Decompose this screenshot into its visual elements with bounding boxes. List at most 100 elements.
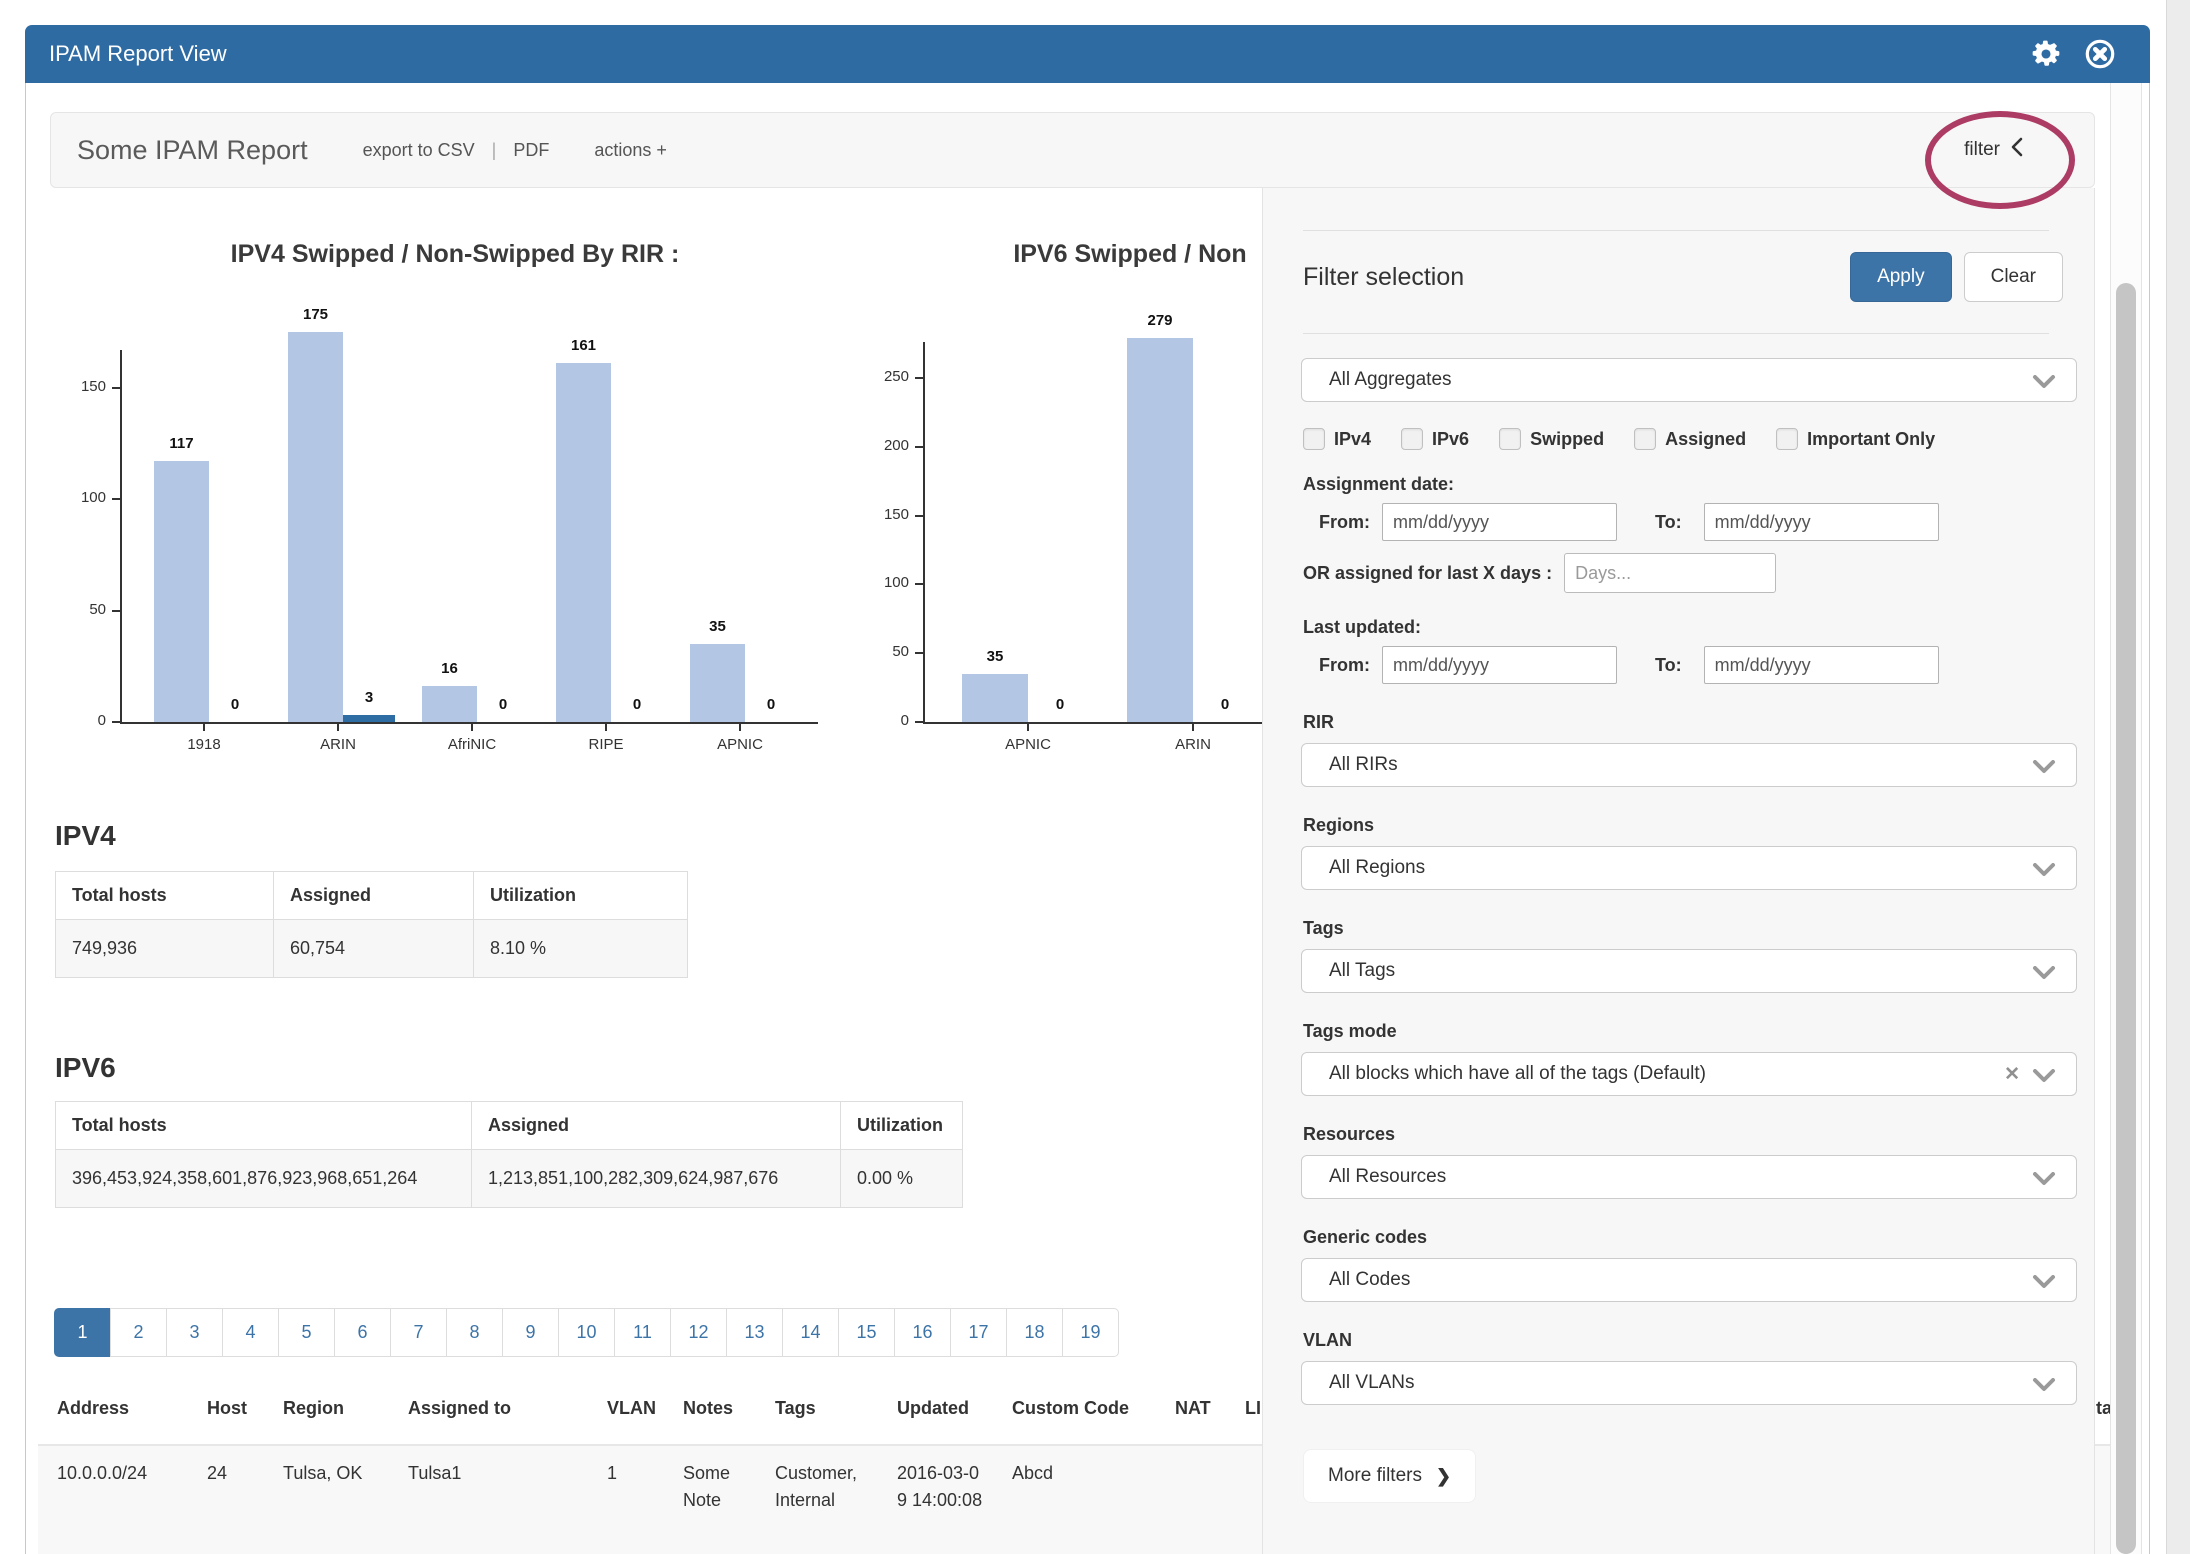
actions-menu[interactable]: actions + [594,140,667,161]
x-category-label: APNIC [968,736,1088,756]
filter-group-generic-codes: Generic codes All Codes [1301,1227,2077,1302]
page-11[interactable]: 11 [614,1308,671,1357]
bar-swipped-ARIN [288,332,343,722]
x-category-label: ARIN [1133,736,1253,756]
page-16[interactable]: 16 [894,1308,951,1357]
y-tick-mark [915,515,923,517]
ipv6-table-cell: 1,213,851,100,282,309,624,987,676 [472,1150,841,1208]
page-3[interactable]: 3 [166,1308,223,1357]
page-10[interactable]: 10 [558,1308,615,1357]
filter-collapse-toggle[interactable]: filter [1964,137,2024,163]
checkbox-label: Swipped [1530,429,1604,450]
more-filters-label: More filters [1328,1465,1422,1487]
gear-icon[interactable] [2030,38,2062,70]
row-cell: Tulsa1 [408,1460,578,1487]
bar-value-label: 35 [960,648,1030,668]
filter-group-label: Regions [1303,815,2077,836]
page-13[interactable]: 13 [726,1308,783,1357]
export-csv-link[interactable]: export to CSV [363,140,475,161]
checkbox-ipv6[interactable]: IPv6 [1401,428,1469,450]
ipv6-table-header: Utilization [841,1102,963,1150]
column-header-assigned-to: Assigned to [408,1398,578,1424]
filter-group-tags: TagsAll Tags [1301,918,2077,993]
regions-select[interactable]: All Regions [1301,846,2077,890]
x-category-label: AfriNIC [412,736,532,756]
select-value: All Resources [1329,1166,1446,1188]
page-1[interactable]: 1 [54,1308,111,1357]
bar-value-label: 16 [415,660,485,680]
chevron-down-icon [2032,1274,2056,1296]
vlan-select[interactable]: All VLANs [1301,1361,2077,1405]
filter-group-label: Tags mode [1303,1021,2077,1042]
checkbox-assigned[interactable]: Assigned [1634,428,1746,450]
generic-codes-select[interactable]: All Codes [1301,1258,2077,1302]
tags-mode-select[interactable]: All blocks which have all of the tags (D… [1301,1052,2077,1096]
chart-title: IPV4 Swipped / Non-Swipped By RIR : [75,240,835,274]
page-8[interactable]: 8 [446,1308,503,1357]
column-header-updated: Updated [897,1398,983,1424]
checkbox-box [1401,428,1423,450]
column-header-vlan: VLAN [607,1398,667,1424]
y-tick-mark [112,498,120,500]
y-tick-mark [915,652,923,654]
x-tick-mark [337,724,339,731]
column-header-tags: Tags [775,1398,883,1424]
page-7[interactable]: 7 [390,1308,447,1357]
screen: IPV4 Swipped / Non-Swipped By RIR :05010… [0,0,2190,1554]
pdf-link[interactable]: PDF [513,140,549,161]
page-17[interactable]: 17 [950,1308,1007,1357]
last-updated-to-input[interactable] [1704,646,1939,684]
page-14[interactable]: 14 [782,1308,839,1357]
page-19[interactable]: 19 [1062,1308,1119,1357]
select-value: All Codes [1329,1269,1410,1291]
page-4[interactable]: 4 [222,1308,279,1357]
vertical-scrollbar[interactable] [2110,83,2142,1554]
page-18[interactable]: 18 [1006,1308,1063,1357]
row-cell: Tulsa, OK [283,1460,393,1487]
more-filters-button[interactable]: More filters ❯ [1303,1449,1476,1503]
checkbox-box [1303,428,1325,450]
last-updated-from-input[interactable] [1382,646,1617,684]
rir-select[interactable]: All RIRs [1301,743,2077,787]
page-12[interactable]: 12 [670,1308,727,1357]
assignment-date-from-input[interactable] [1382,503,1617,541]
bar-value-label: 0 [1190,696,1260,716]
assigned-last-x-days-label: OR assigned for last X days : [1303,563,1552,584]
bar-swipped-RIPE [556,363,611,722]
page-5[interactable]: 5 [278,1308,335,1357]
page-2[interactable]: 2 [110,1308,167,1357]
close-icon[interactable] [2084,38,2116,70]
pagination: 12345678910111213141516171819 [55,1308,1119,1357]
filter-group-label: Generic codes [1303,1227,2077,1248]
page-6[interactable]: 6 [334,1308,391,1357]
assignment-date-to-input[interactable] [1704,503,1939,541]
x-tick-mark [1027,724,1029,731]
y-tick-label: 100 [60,489,106,509]
checkbox-ipv4[interactable]: IPv4 [1303,428,1371,450]
select-value: All Regions [1329,857,1425,879]
bar-swipped-1918 [154,461,209,722]
y-tick-label: 200 [863,437,909,457]
tags-select[interactable]: All Tags [1301,949,2077,993]
filter-group-tags-mode: Tags mode All blocks which have all of th… [1301,1021,2077,1096]
filter-group-regions: Regions All Regions [1301,815,2077,890]
filter-group-label: RIR [1303,712,2077,733]
resources-select[interactable]: All Resources [1301,1155,2077,1199]
filter-group-label: VLAN [1303,1330,2077,1351]
chevron-down-icon [2032,1171,2056,1193]
checkbox-swipped[interactable]: Swipped [1499,428,1604,450]
page-9[interactable]: 9 [502,1308,559,1357]
scrollbar-thumb[interactable] [2116,283,2136,1554]
bar-value-label: 0 [736,696,806,716]
clear-button[interactable]: Clear [1964,252,2063,302]
checkbox-important-only[interactable]: Important Only [1776,428,1935,450]
clear-selection-icon[interactable]: ✕ [2004,1063,2020,1086]
ipv6-table: Total hostsAssignedUtilization396,453,92… [55,1101,963,1208]
divider [1303,333,2049,334]
aggregates-select[interactable]: All Aggregates [1301,358,2077,402]
page-15[interactable]: 15 [838,1308,895,1357]
y-tick-label: 0 [60,712,106,732]
days-input[interactable] [1564,553,1776,593]
last-updated-label: Last updated: [1303,617,2077,638]
apply-button[interactable]: Apply [1850,252,1952,302]
